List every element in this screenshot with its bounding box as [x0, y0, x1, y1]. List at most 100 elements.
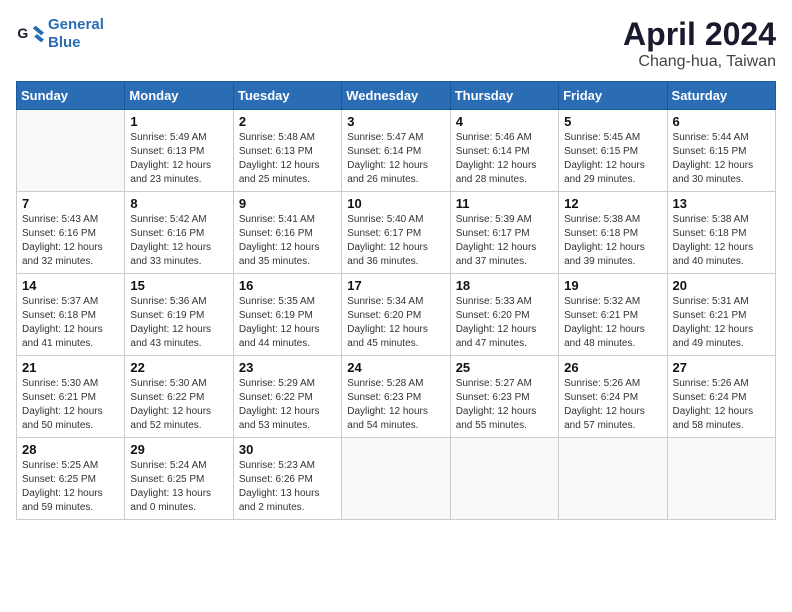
calendar-subtitle: Chang-hua, Taiwan: [623, 53, 776, 71]
calendar-cell: 9 Sunrise: 5:41 AM Sunset: 6:16 PM Daylig…: [233, 192, 341, 274]
calendar-cell: [17, 110, 125, 192]
calendar-cell: 11 Sunrise: 5:39 AM Sunset: 6:17 PM Dayli…: [450, 192, 558, 274]
calendar-cell: 17 Sunrise: 5:34 AM Sunset: 6:20 PM Dayli…: [342, 274, 450, 356]
day-info: Sunrise: 5:40 AM Sunset: 6:17 PM Dayligh…: [347, 213, 444, 269]
logo-icon: G: [16, 20, 44, 48]
header: G General Blue April 2024 Chang-hua, Tai…: [16, 16, 776, 71]
calendar-cell: 23 Sunrise: 5:29 AM Sunset: 6:22 PM Dayli…: [233, 356, 341, 438]
calendar-cell: 27 Sunrise: 5:26 AM Sunset: 6:24 PM Dayli…: [667, 356, 775, 438]
weekday-header-friday: Friday: [559, 82, 667, 110]
day-info: Sunrise: 5:25 AM Sunset: 6:25 PM Dayligh…: [22, 459, 119, 515]
day-number: 30: [239, 442, 336, 457]
day-info: Sunrise: 5:33 AM Sunset: 6:20 PM Dayligh…: [456, 295, 553, 351]
calendar-cell: [342, 438, 450, 520]
calendar-cell: 21 Sunrise: 5:30 AM Sunset: 6:21 PM Dayli…: [17, 356, 125, 438]
calendar-table: SundayMondayTuesdayWednesdayThursdayFrid…: [16, 81, 776, 520]
day-number: 1: [130, 114, 227, 129]
calendar-cell: 30 Sunrise: 5:23 AM Sunset: 6:26 PM Dayli…: [233, 438, 341, 520]
calendar-cell: [667, 438, 775, 520]
day-number: 2: [239, 114, 336, 129]
day-number: 23: [239, 360, 336, 375]
day-number: 15: [130, 278, 227, 293]
logo-line1: General: [48, 16, 104, 33]
calendar-cell: 18 Sunrise: 5:33 AM Sunset: 6:20 PM Dayli…: [450, 274, 558, 356]
day-number: 4: [456, 114, 553, 129]
calendar-week-5: 28 Sunrise: 5:25 AM Sunset: 6:25 PM Dayli…: [17, 438, 776, 520]
day-info: Sunrise: 5:42 AM Sunset: 6:16 PM Dayligh…: [130, 213, 227, 269]
calendar-cell: 6 Sunrise: 5:44 AM Sunset: 6:15 PM Daylig…: [667, 110, 775, 192]
day-info: Sunrise: 5:45 AM Sunset: 6:15 PM Dayligh…: [564, 131, 661, 187]
day-number: 27: [673, 360, 770, 375]
day-number: 18: [456, 278, 553, 293]
calendar-cell: 1 Sunrise: 5:49 AM Sunset: 6:13 PM Daylig…: [125, 110, 233, 192]
day-number: 25: [456, 360, 553, 375]
calendar-cell: 26Sunrise: 5:26 AM Sunset: 6:24 PM Dayli…: [559, 356, 667, 438]
calendar-cell: 4 Sunrise: 5:46 AM Sunset: 6:14 PM Daylig…: [450, 110, 558, 192]
day-info: Sunrise: 5:48 AM Sunset: 6:13 PM Dayligh…: [239, 131, 336, 187]
day-number: 19: [564, 278, 661, 293]
calendar-title: April 2024: [623, 16, 776, 53]
day-info: Sunrise: 5:47 AM Sunset: 6:14 PM Dayligh…: [347, 131, 444, 187]
day-number: 28: [22, 442, 119, 457]
day-info: Sunrise: 5:30 AM Sunset: 6:22 PM Dayligh…: [130, 377, 227, 433]
calendar-body: 1 Sunrise: 5:49 AM Sunset: 6:13 PM Daylig…: [17, 110, 776, 520]
logo: G General Blue: [16, 16, 104, 52]
calendar-cell: 2 Sunrise: 5:48 AM Sunset: 6:13 PM Daylig…: [233, 110, 341, 192]
day-info: Sunrise: 5:32 AM Sunset: 6:21 PM Dayligh…: [564, 295, 661, 351]
day-number: 17: [347, 278, 444, 293]
calendar-cell: 24Sunrise: 5:28 AM Sunset: 6:23 PM Dayli…: [342, 356, 450, 438]
title-area: April 2024 Chang-hua, Taiwan: [623, 16, 776, 71]
calendar-cell: 19 Sunrise: 5:32 AM Sunset: 6:21 PM Dayli…: [559, 274, 667, 356]
calendar-week-3: 14 Sunrise: 5:37 AM Sunset: 6:18 PM Dayli…: [17, 274, 776, 356]
calendar-cell: 8 Sunrise: 5:42 AM Sunset: 6:16 PM Daylig…: [125, 192, 233, 274]
calendar-cell: 25 Sunrise: 5:27 AM Sunset: 6:23 PM Dayli…: [450, 356, 558, 438]
day-info: Sunrise: 5:30 AM Sunset: 6:21 PM Dayligh…: [22, 377, 119, 433]
logo-line2: Blue: [48, 34, 81, 51]
day-info: Sunrise: 5:41 AM Sunset: 6:16 PM Dayligh…: [239, 213, 336, 269]
day-info: Sunrise: 5:44 AM Sunset: 6:15 PM Dayligh…: [673, 131, 770, 187]
weekday-header-tuesday: Tuesday: [233, 82, 341, 110]
day-info: Sunrise: 5:34 AM Sunset: 6:20 PM Dayligh…: [347, 295, 444, 351]
day-info: Sunrise: 5:39 AM Sunset: 6:17 PM Dayligh…: [456, 213, 553, 269]
day-number: 11: [456, 196, 553, 211]
day-number: 29: [130, 442, 227, 457]
calendar-cell: 28 Sunrise: 5:25 AM Sunset: 6:25 PM Dayli…: [17, 438, 125, 520]
day-info: Sunrise: 5:26 AM Sunset: 6:24 PM Dayligh…: [673, 377, 770, 433]
day-number: 21: [22, 360, 119, 375]
day-number: 14: [22, 278, 119, 293]
calendar-cell: 5Sunrise: 5:45 AM Sunset: 6:15 PM Daylig…: [559, 110, 667, 192]
calendar-cell: [450, 438, 558, 520]
calendar-cell: 13Sunrise: 5:38 AM Sunset: 6:18 PM Dayli…: [667, 192, 775, 274]
day-info: Sunrise: 5:49 AM Sunset: 6:13 PM Dayligh…: [130, 131, 227, 187]
day-info: Sunrise: 5:46 AM Sunset: 6:14 PM Dayligh…: [456, 131, 553, 187]
day-info: Sunrise: 5:37 AM Sunset: 6:18 PM Dayligh…: [22, 295, 119, 351]
day-info: Sunrise: 5:27 AM Sunset: 6:23 PM Dayligh…: [456, 377, 553, 433]
weekday-header-sunday: Sunday: [17, 82, 125, 110]
calendar-cell: 29 Sunrise: 5:24 AM Sunset: 6:25 PM Dayli…: [125, 438, 233, 520]
day-number: 13: [673, 196, 770, 211]
logo-text: General Blue: [48, 16, 104, 52]
day-number: 6: [673, 114, 770, 129]
day-info: Sunrise: 5:24 AM Sunset: 6:25 PM Dayligh…: [130, 459, 227, 515]
day-info: Sunrise: 5:31 AM Sunset: 6:21 PM Dayligh…: [673, 295, 770, 351]
day-info: Sunrise: 5:36 AM Sunset: 6:19 PM Dayligh…: [130, 295, 227, 351]
calendar-cell: 3Sunrise: 5:47 AM Sunset: 6:14 PM Daylig…: [342, 110, 450, 192]
calendar-cell: 16Sunrise: 5:35 AM Sunset: 6:19 PM Dayli…: [233, 274, 341, 356]
calendar-cell: 15 Sunrise: 5:36 AM Sunset: 6:19 PM Dayli…: [125, 274, 233, 356]
calendar-week-1: 1 Sunrise: 5:49 AM Sunset: 6:13 PM Daylig…: [17, 110, 776, 192]
calendar-week-2: 7Sunrise: 5:43 AM Sunset: 6:16 PM Daylig…: [17, 192, 776, 274]
day-info: Sunrise: 5:38 AM Sunset: 6:18 PM Dayligh…: [564, 213, 661, 269]
day-info: Sunrise: 5:23 AM Sunset: 6:26 PM Dayligh…: [239, 459, 336, 515]
calendar-cell: 12Sunrise: 5:38 AM Sunset: 6:18 PM Dayli…: [559, 192, 667, 274]
calendar-cell: 14 Sunrise: 5:37 AM Sunset: 6:18 PM Dayli…: [17, 274, 125, 356]
weekday-header-row: SundayMondayTuesdayWednesdayThursdayFrid…: [17, 82, 776, 110]
calendar-week-4: 21 Sunrise: 5:30 AM Sunset: 6:21 PM Dayli…: [17, 356, 776, 438]
day-info: Sunrise: 5:29 AM Sunset: 6:22 PM Dayligh…: [239, 377, 336, 433]
day-info: Sunrise: 5:26 AM Sunset: 6:24 PM Dayligh…: [564, 377, 661, 433]
weekday-header-monday: Monday: [125, 82, 233, 110]
day-number: 8: [130, 196, 227, 211]
weekday-header-saturday: Saturday: [667, 82, 775, 110]
day-number: 9: [239, 196, 336, 211]
calendar-cell: 20Sunrise: 5:31 AM Sunset: 6:21 PM Dayli…: [667, 274, 775, 356]
svg-text:G: G: [17, 25, 28, 41]
